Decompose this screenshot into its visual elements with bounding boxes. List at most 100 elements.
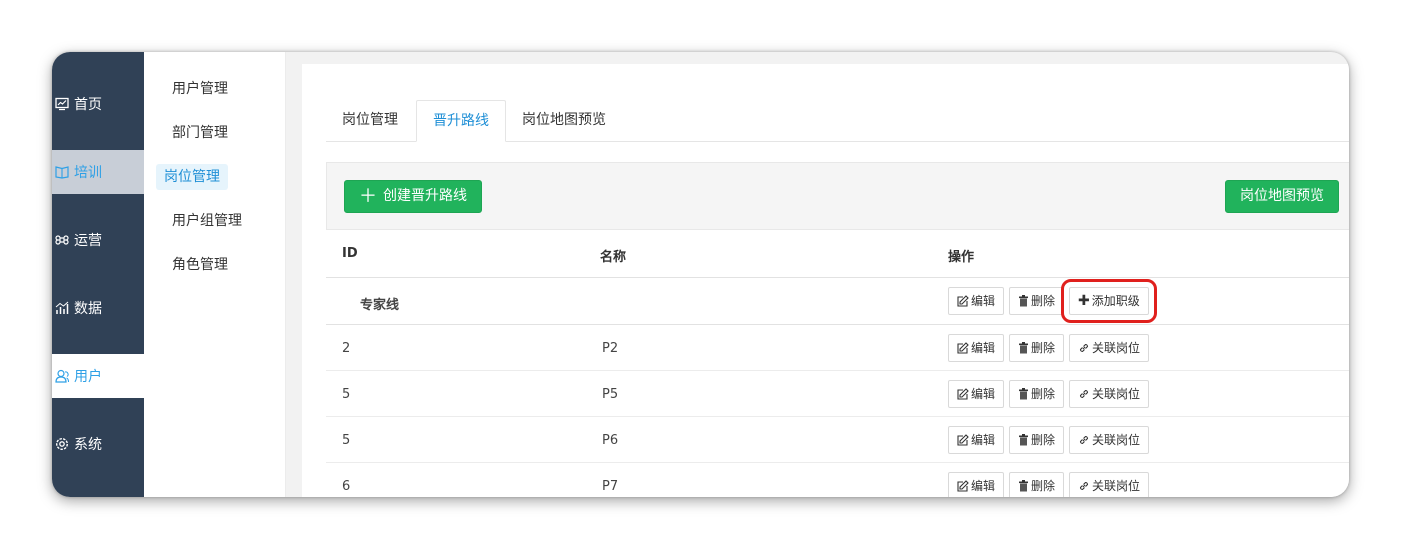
- delete-button[interactable]: 删除: [1009, 426, 1065, 454]
- row-actions: 编辑 删除 关联岗位: [948, 426, 1150, 454]
- row-name: P5: [602, 387, 619, 402]
- tab-bar: 岗位管理 晋升路线 岗位地图预览: [326, 88, 1349, 142]
- edit-label: 编辑: [971, 433, 996, 447]
- sub-nav: 用户管理 部门管理 岗位管理 用户组管理 角色管理: [144, 52, 286, 497]
- subnav-item-user-management[interactable]: 用户管理: [164, 76, 236, 102]
- edit-icon: [957, 342, 969, 354]
- column-header-ops: 操作: [948, 250, 975, 265]
- subnav-item-role-management[interactable]: 角色管理: [164, 252, 236, 278]
- chart-icon: [54, 300, 70, 316]
- table-row: 5 P6 编辑 删除 关联岗位: [326, 417, 1349, 463]
- link-post-button[interactable]: 关联岗位: [1069, 472, 1150, 497]
- create-promotion-path-button[interactable]: ＋ 创建晋升路线: [344, 180, 482, 213]
- table-row: 2 P2 编辑 删除 关联岗位: [326, 325, 1349, 371]
- nav-label: 培训: [74, 165, 102, 181]
- edit-label: 编辑: [971, 479, 996, 493]
- plus-icon: ＋: [359, 185, 377, 207]
- edit-label: 编辑: [971, 294, 996, 308]
- subnav-item-usergroup-management[interactable]: 用户组管理: [164, 208, 250, 234]
- link-post-button[interactable]: 关联岗位: [1069, 334, 1150, 362]
- table-row: 5 P5 编辑 删除 关联岗位: [326, 371, 1349, 417]
- delete-button[interactable]: 删除: [1009, 380, 1065, 408]
- row-actions: 编辑 删除 关联岗位: [948, 380, 1150, 408]
- app-window: 首页 培训 运营 数据 用户 系统 用户管理 部门管理 岗位管理 用户组管理 角…: [52, 52, 1349, 497]
- row-name: P7: [602, 479, 619, 494]
- trash-icon: [1018, 434, 1029, 446]
- delete-button[interactable]: 删除: [1009, 287, 1065, 315]
- link-icon: [1078, 434, 1090, 446]
- edit-label: 编辑: [971, 341, 996, 355]
- edit-button[interactable]: 编辑: [948, 426, 1005, 454]
- nav-label: 运营: [74, 233, 102, 249]
- nav-item-data[interactable]: 数据: [52, 286, 144, 330]
- edit-label: 编辑: [971, 387, 996, 401]
- trash-icon: [1018, 480, 1029, 492]
- row-id: 5: [342, 433, 351, 448]
- row-actions: 编辑 删除 关联岗位: [948, 472, 1150, 497]
- add-level-button[interactable]: ✚ 添加职级: [1061, 279, 1157, 323]
- link-post-label: 关联岗位: [1092, 387, 1141, 401]
- trash-icon: [1018, 342, 1029, 354]
- row-name: P6: [602, 433, 619, 448]
- nav-label: 数据: [74, 301, 102, 317]
- row-id: 5: [342, 387, 351, 402]
- delete-label: 删除: [1031, 479, 1056, 493]
- add-level-label: 添加职级: [1091, 294, 1140, 308]
- edit-icon: [957, 295, 969, 307]
- nav-item-users[interactable]: 用户: [52, 354, 144, 398]
- edit-button[interactable]: 编辑: [948, 380, 1005, 408]
- row-id: 2: [342, 341, 351, 356]
- plus-icon: ✚: [1078, 293, 1090, 309]
- edit-icon: [957, 480, 969, 492]
- column-header-name: 名称: [600, 250, 627, 265]
- edit-button[interactable]: 编辑: [948, 472, 1005, 497]
- post-map-preview-button[interactable]: 岗位地图预览: [1225, 180, 1339, 213]
- trash-icon: [1018, 295, 1029, 307]
- link-icon: [1078, 388, 1090, 400]
- edit-button[interactable]: 编辑: [948, 334, 1005, 362]
- edit-button[interactable]: 编辑: [948, 287, 1005, 315]
- main-content: 岗位管理 晋升路线 岗位地图预览 ＋ 创建晋升路线 岗位地图预览 ID 名称 操…: [302, 64, 1349, 497]
- nav-label: 用户: [74, 369, 102, 385]
- trash-icon: [1018, 388, 1029, 400]
- gear-icon: [54, 436, 70, 452]
- link-post-button[interactable]: 关联岗位: [1069, 380, 1150, 408]
- link-post-label: 关联岗位: [1092, 341, 1141, 355]
- nav-item-system[interactable]: 系统: [52, 422, 144, 466]
- nav-label: 首页: [74, 97, 102, 113]
- command-icon: [54, 232, 70, 248]
- delete-label: 删除: [1031, 294, 1056, 308]
- nav-label: 系统: [74, 437, 102, 453]
- delete-button[interactable]: 删除: [1009, 472, 1065, 497]
- column-header-id: ID: [342, 246, 358, 261]
- nav-item-operations[interactable]: 运营: [52, 218, 144, 262]
- user-icon: [54, 368, 70, 384]
- book-icon: [54, 164, 70, 180]
- delete-label: 删除: [1031, 433, 1056, 447]
- subnav-item-department-management[interactable]: 部门管理: [164, 120, 236, 146]
- row-actions: 编辑 删除 关联岗位: [948, 334, 1150, 362]
- delete-button[interactable]: 删除: [1009, 334, 1065, 362]
- nav-item-training[interactable]: 培训: [52, 150, 144, 194]
- tab-post-map-preview[interactable]: 岗位地图预览: [506, 100, 622, 142]
- link-icon: [1078, 342, 1090, 354]
- tab-promotion-path[interactable]: 晋升路线: [416, 100, 506, 142]
- delete-label: 删除: [1031, 341, 1056, 355]
- create-promotion-path-label: 创建晋升路线: [383, 188, 467, 204]
- post-map-preview-label: 岗位地图预览: [1240, 188, 1324, 204]
- toolbar: ＋ 创建晋升路线 岗位地图预览: [326, 162, 1349, 230]
- tab-post-management[interactable]: 岗位管理: [326, 100, 414, 142]
- group-name: 专家线: [360, 298, 400, 313]
- monitor-icon: [54, 96, 70, 112]
- link-post-label: 关联岗位: [1092, 479, 1141, 493]
- table-header: ID 名称 操作: [326, 230, 1349, 278]
- link-icon: [1078, 480, 1090, 492]
- delete-label: 删除: [1031, 387, 1056, 401]
- nav-item-home[interactable]: 首页: [52, 82, 144, 126]
- table-group-row: 专家线 编辑 删除 ✚ 添加职级: [326, 278, 1349, 325]
- promotion-path-table: ID 名称 操作 专家线 编辑 删除 ✚ 添加职级 2 P2 编辑 删除 关联岗…: [326, 230, 1349, 497]
- link-post-button[interactable]: 关联岗位: [1069, 426, 1150, 454]
- edit-icon: [957, 388, 969, 400]
- subnav-item-post-management[interactable]: 岗位管理: [156, 164, 228, 190]
- link-post-label: 关联岗位: [1092, 433, 1141, 447]
